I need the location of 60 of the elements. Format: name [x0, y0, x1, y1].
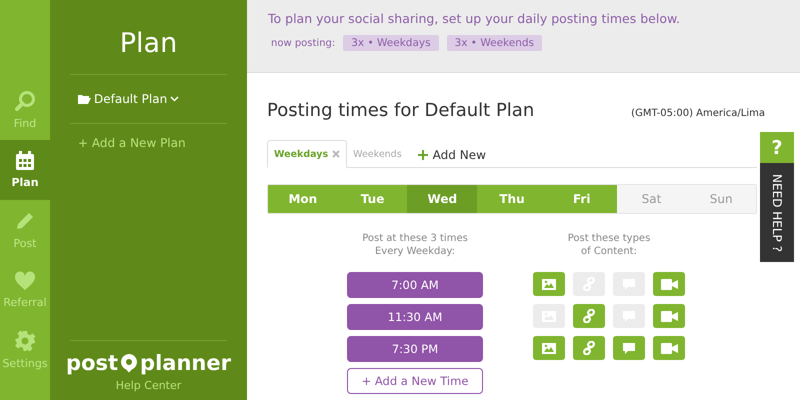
plus-icon — [418, 150, 428, 160]
schedule-tab[interactable]: Weekdays — [267, 140, 348, 168]
logo-text: planner — [140, 351, 231, 375]
close-icon[interactable] — [332, 150, 340, 158]
column-header: Post at these 3 times Every Weekday: — [362, 232, 468, 259]
sidebar-nav-item[interactable]: Find — [0, 80, 50, 140]
add-time-button[interactable]: + Add a New Time — [347, 368, 483, 394]
content-type-toggle[interactable] — [653, 336, 685, 360]
time-slot-button[interactable]: 7:30 PM — [347, 336, 483, 362]
column-header: Post these types of Content: — [568, 232, 650, 259]
banner-message: To plan your social sharing, set up your daily posting times below. — [268, 11, 682, 26]
now-posting-label: now posting: — [271, 38, 336, 48]
heart-icon — [14, 271, 36, 291]
day-toggle[interactable]: Thu — [477, 185, 547, 213]
video-camera-icon — [660, 342, 678, 354]
content-type-toggle[interactable] — [653, 304, 685, 328]
video-camera-icon — [660, 278, 678, 290]
day-toggle[interactable]: Sat — [616, 185, 686, 213]
sidebar-nav-item[interactable]: Settings — [0, 320, 50, 380]
image-icon — [542, 342, 556, 354]
day-toggle[interactable]: Fri — [546, 185, 617, 213]
video-camera-icon — [660, 310, 678, 322]
time-slot-button[interactable]: 7:00 AM — [347, 272, 483, 298]
calendar-icon — [15, 151, 35, 171]
pin-logo-icon — [120, 353, 138, 373]
content-type-toggle[interactable] — [533, 272, 565, 296]
timezone-label: (GMT-05:00) America/Lima — [631, 108, 765, 119]
content-type-toggle[interactable] — [653, 272, 685, 296]
pencil-icon — [14, 210, 36, 232]
chevron-down-icon — [170, 96, 180, 102]
day-toggle[interactable]: Sun — [686, 185, 756, 213]
day-toggle[interactable]: Tue — [338, 185, 408, 213]
schedule-tab[interactable]: Weekends — [347, 142, 408, 167]
image-icon — [542, 278, 556, 290]
plan-dropdown[interactable]: Default Plan — [94, 92, 168, 106]
folder-icon — [78, 94, 91, 104]
add-plan-link[interactable]: + Add a New Plan — [78, 136, 227, 150]
link-icon — [582, 341, 596, 355]
comment-icon — [622, 342, 636, 354]
logo-text: post — [66, 351, 118, 375]
sidebar-nav-item[interactable]: Referral — [0, 260, 50, 320]
link-icon — [582, 309, 596, 323]
content-type-toggle[interactable] — [573, 304, 605, 328]
sidebar-nav-item[interactable]: Plan — [0, 140, 50, 200]
day-toggle[interactable]: Wed — [407, 185, 478, 213]
content-type-toggle[interactable] — [613, 336, 645, 360]
content-type-toggle[interactable] — [533, 336, 565, 360]
sidebar-nav-item[interactable]: Post — [0, 200, 50, 260]
schedule-tag: 3x • Weekdays — [343, 35, 439, 51]
schedule-tag: 3x • Weekends — [446, 35, 542, 51]
gear-icon — [14, 330, 36, 352]
content-type-toggle[interactable] — [573, 336, 605, 360]
add-new-tab-button[interactable]: Add New — [412, 142, 492, 167]
time-slot-button[interactable]: 11:30 AM — [347, 304, 483, 330]
search-icon — [14, 90, 36, 112]
page-heading: Posting times for Default Plan — [267, 100, 534, 121]
help-button[interactable]: ? — [760, 132, 794, 163]
panel-title: Plan — [70, 28, 227, 75]
day-toggle[interactable]: Mon — [268, 185, 338, 213]
help-center-link[interactable]: Help Center — [116, 379, 182, 392]
